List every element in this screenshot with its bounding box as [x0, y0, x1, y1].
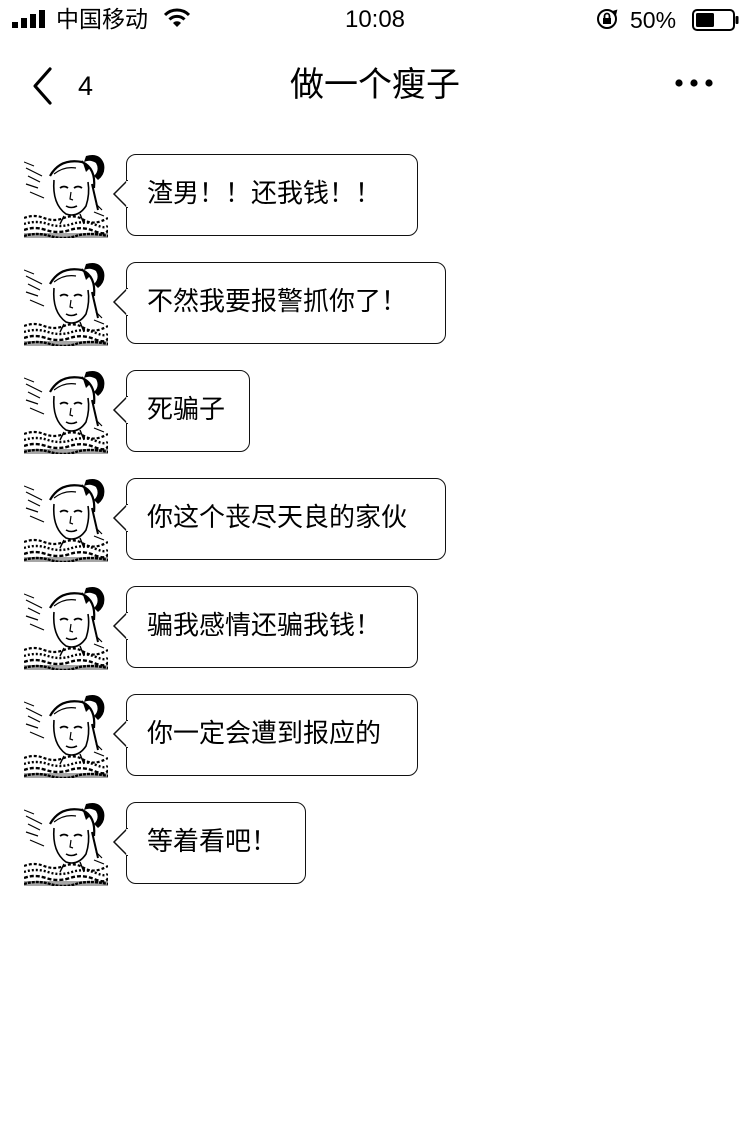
message-row: 渣男！！还我钱！！	[0, 130, 750, 238]
battery-percentage: 50%	[630, 7, 677, 33]
message-row: 你这个丧尽天良的家伙	[0, 454, 750, 562]
contact-avatar[interactable]	[24, 262, 108, 346]
contact-avatar[interactable]	[24, 478, 108, 562]
chat-header: 4 做一个瘦子	[0, 40, 750, 130]
message-row: 死骗子	[0, 346, 750, 454]
message-row: 不然我要报警抓你了！	[0, 238, 750, 346]
back-button[interactable]: 4	[22, 60, 112, 110]
bubble-tail	[112, 288, 128, 316]
rotation-lock-icon	[597, 9, 618, 29]
message-bubble[interactable]: 你一定会遭到报应的	[112, 694, 418, 776]
message-text: 等着看吧！	[147, 827, 278, 857]
message-bubble[interactable]: 不然我要报警抓你了！	[112, 262, 446, 344]
status-bar: 中国移动 10:08 50%	[0, 0, 750, 40]
contact-avatar[interactable]	[24, 586, 108, 670]
more-dots-icon	[675, 79, 713, 87]
message-row: 骗我感情还骗我钱！	[0, 562, 750, 670]
message-text: 不然我要报警抓你了！	[147, 287, 408, 317]
message-bubble[interactable]: 等着看吧！	[112, 802, 306, 884]
message-text: 死骗子	[147, 395, 226, 425]
chat-title: 做一个瘦子	[290, 65, 460, 105]
message-row: 等着看吧！	[0, 778, 750, 886]
message-bubble[interactable]: 死骗子	[112, 370, 250, 452]
bubble-tail	[112, 180, 128, 208]
bubble-tail	[112, 612, 128, 640]
battery-icon	[692, 9, 739, 31]
contact-avatar[interactable]	[24, 370, 108, 454]
bubble-tail	[112, 828, 128, 856]
contact-avatar[interactable]	[24, 694, 108, 778]
contact-avatar[interactable]	[24, 154, 108, 238]
message-text: 你这个丧尽天良的家伙	[147, 503, 408, 533]
unread-count: 4	[78, 71, 94, 101]
message-bubble[interactable]: 骗我感情还骗我钱！	[112, 586, 418, 668]
chevron-left-icon	[33, 67, 52, 105]
message-bubble[interactable]: 你这个丧尽天良的家伙	[112, 478, 446, 560]
message-row: 你一定会遭到报应的	[0, 670, 750, 778]
message-text: 骗我感情还骗我钱！	[147, 611, 382, 641]
bubble-tail	[112, 504, 128, 532]
message-text: 你一定会遭到报应的	[147, 719, 382, 749]
bubble-tail	[112, 396, 128, 424]
contact-avatar[interactable]	[24, 802, 108, 886]
message-bubble[interactable]: 渣男！！还我钱！！	[112, 154, 418, 236]
bubble-tail	[112, 720, 128, 748]
more-options-button[interactable]	[664, 66, 724, 102]
message-text: 渣男！！还我钱！！	[147, 179, 382, 209]
